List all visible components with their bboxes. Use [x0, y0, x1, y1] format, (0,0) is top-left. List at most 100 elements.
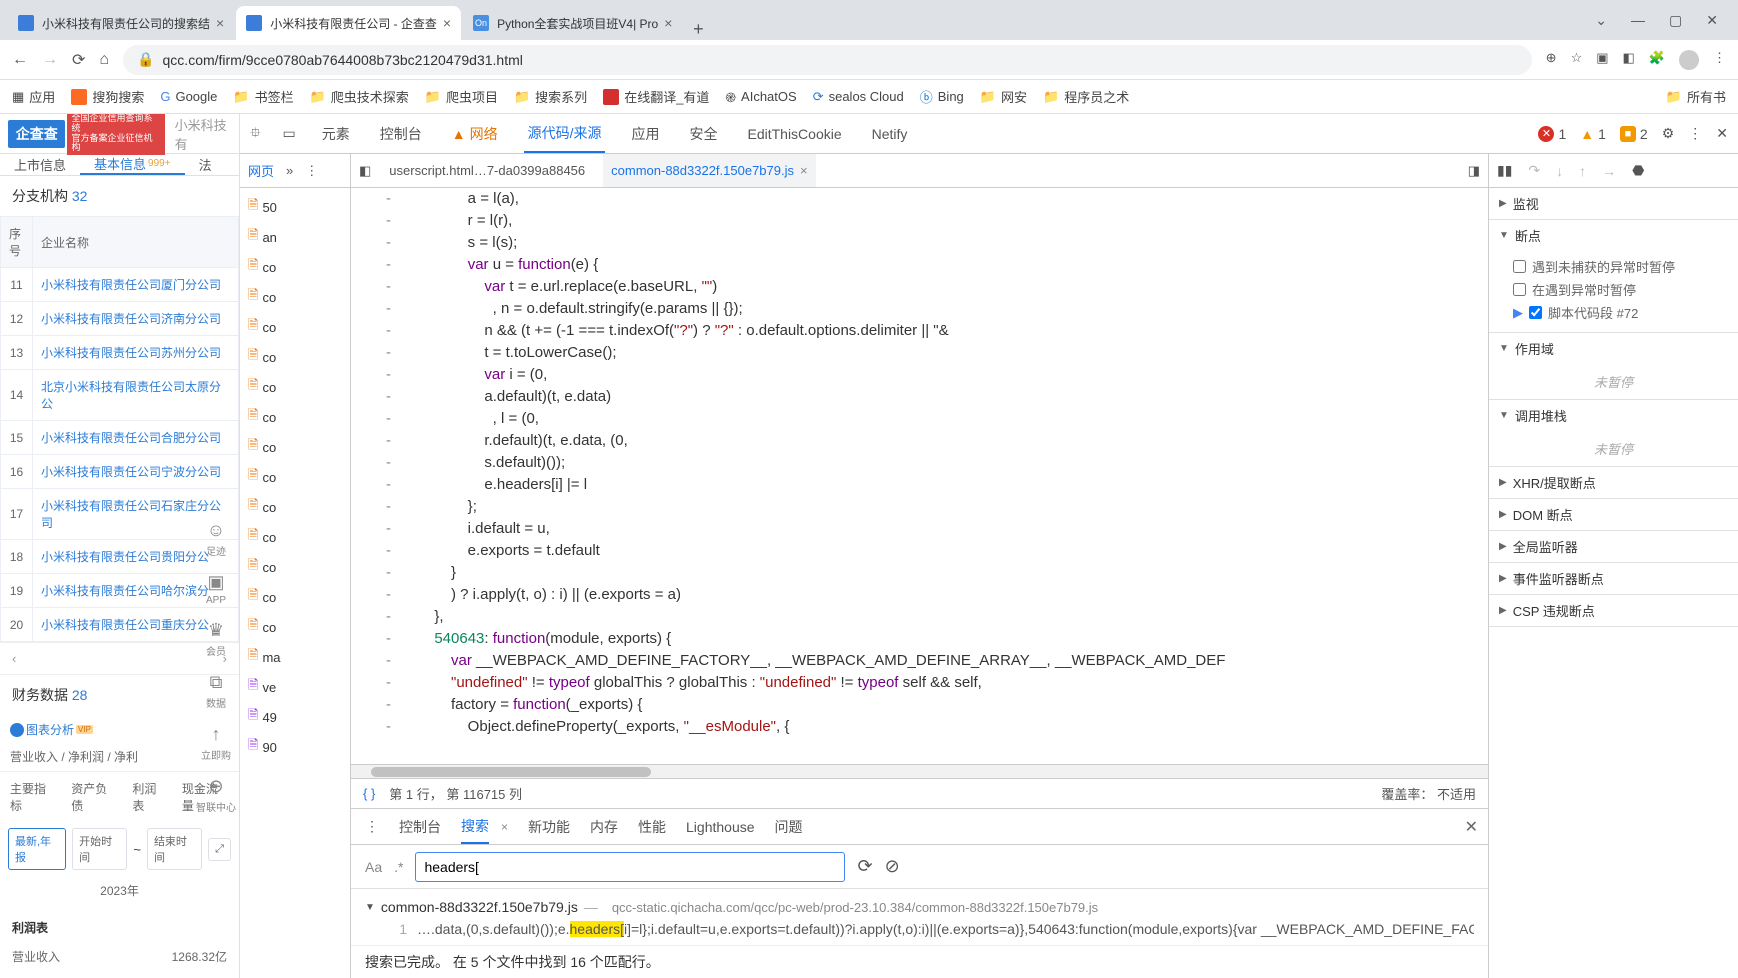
result-line[interactable]: 1….data,(0,s.default)());e.headers[i]=l}… [365, 919, 1474, 939]
chevron-down-icon[interactable]: ⌄ [1595, 12, 1607, 29]
file-item[interactable]: 🗎an [240, 222, 350, 252]
close-icon[interactable]: × [501, 820, 508, 834]
side-contact[interactable]: ⊖智联中心 [196, 776, 236, 814]
share-icon[interactable]: ☆ [1571, 50, 1583, 70]
refresh-icon[interactable]: ⟳ [857, 856, 872, 877]
tab-market[interactable]: 上市信息 [0, 154, 80, 175]
deactivate-bp-icon[interactable]: ⬣ [1632, 162, 1644, 179]
file-item[interactable]: 🗎49 [240, 702, 350, 732]
editor-tab-active[interactable]: common-88d3322f.150e7b79.js× [603, 154, 815, 187]
bookmark-item[interactable]: ⓑBing [920, 87, 964, 106]
step-icon[interactable]: → [1602, 163, 1616, 179]
table-row[interactable]: 11小米科技有限责任公司厦门分公司 [1, 268, 239, 302]
maximize-icon[interactable]: ▢ [1669, 12, 1682, 29]
checkbox[interactable] [1529, 306, 1542, 319]
close-icon[interactable]: × [664, 15, 672, 31]
search-lens-icon[interactable]: ⊕ [1546, 50, 1557, 70]
section-event[interactable]: ▶事件监听器断点 [1489, 563, 1738, 595]
tab-network[interactable]: ▲网络 [448, 114, 502, 153]
clear-icon[interactable]: ⊘ [885, 856, 900, 877]
qcc-logo[interactable]: 企查查 [8, 120, 65, 148]
bp-uncaught[interactable]: 遇到未捕获的异常时暂停 [1513, 255, 1728, 278]
bookmark-folder[interactable]: 📁程序员之术 [1043, 87, 1129, 106]
bookmark-item[interactable]: ֎AIchatOS [725, 88, 796, 106]
editor-tab[interactable]: userscript.html…7-da0399a88456 [381, 154, 593, 187]
close-icon[interactable]: × [800, 163, 808, 178]
bookmark-folder[interactable]: 📁爬虫项目 [425, 87, 498, 106]
company-link[interactable]: 小米科技有限责任公司宁波分公司 [33, 455, 239, 489]
side-data[interactable]: ⧉数据 [206, 672, 226, 710]
company-link[interactable]: 小米科技有限责任公司济南分公司 [33, 302, 239, 336]
file-item[interactable]: 🗎co [240, 522, 350, 552]
inspect-icon[interactable]: ⯐ [250, 122, 261, 146]
side-footprint[interactable]: ☺足迹 [206, 520, 226, 558]
search-input[interactable] [415, 852, 845, 882]
drawer-close-icon[interactable]: ✕ [1465, 817, 1478, 837]
step-into-icon[interactable]: ↓ [1556, 163, 1563, 179]
file-item[interactable]: 🗎co [240, 432, 350, 462]
browser-tab-active[interactable]: 小米科技有限责任公司 - 企查查 × [236, 6, 461, 40]
section-xhr[interactable]: ▶XHR/提取断点 [1489, 467, 1738, 499]
tab-basic[interactable]: 基本信息999+ [80, 154, 185, 175]
checkbox[interactable] [1513, 260, 1526, 273]
new-tab-button[interactable]: + [684, 19, 712, 40]
company-link[interactable]: 小米科技有限责任公司厦门分公司 [33, 268, 239, 302]
file-item[interactable]: 🗎ve [240, 672, 350, 702]
side-buy[interactable]: ↑立即购 [201, 724, 231, 762]
horizontal-scrollbar[interactable] [351, 764, 1488, 778]
bookmark-folder[interactable]: 📁搜索系列 [514, 87, 587, 106]
side-vip[interactable]: ♛会员 [206, 620, 226, 658]
section-watch[interactable]: ▶监视 [1489, 188, 1738, 220]
code-editor[interactable]: ------------------------- a = l(a), r = … [351, 188, 1488, 764]
drawer-memory[interactable]: 内存 [590, 809, 618, 844]
tab-netify[interactable]: Netify [868, 114, 912, 153]
reload-icon[interactable]: ⟳ [72, 50, 85, 70]
close-devtools-icon[interactable]: ✕ [1716, 125, 1728, 142]
tab-console[interactable]: 控制台 [376, 114, 426, 153]
extension-icon[interactable]: ◧ [1623, 50, 1635, 70]
table-row[interactable]: 14北京小米科技有限责任公司太原分公 [1, 370, 239, 421]
close-icon[interactable]: × [216, 15, 224, 31]
step-out-icon[interactable]: ↑ [1579, 163, 1586, 179]
section-global[interactable]: ▶全局监听器 [1489, 531, 1738, 563]
drawer-performance[interactable]: 性能 [638, 809, 666, 844]
device-icon[interactable]: ▭ [283, 125, 296, 142]
side-app[interactable]: ▣APP [206, 572, 226, 606]
bookmark-item[interactable]: ⟳sealos Cloud [813, 89, 904, 105]
drawer-search[interactable]: 搜索 [461, 809, 489, 844]
file-item[interactable]: 🗎co [240, 582, 350, 612]
bookmark-folder[interactable]: 📁爬虫技术探索 [310, 87, 409, 106]
bookmark-folder[interactable]: 📁网安 [980, 87, 1027, 106]
apps-button[interactable]: ▦应用 [12, 87, 55, 106]
drawer-lighthouse[interactable]: Lighthouse [686, 809, 755, 844]
file-item[interactable]: 🗎co [240, 252, 350, 282]
kebab-icon[interactable]: ⋮ [305, 163, 318, 179]
regex-toggle[interactable]: .* [394, 859, 403, 875]
table-row[interactable]: 13小米科技有限责任公司苏州分公司 [1, 336, 239, 370]
file-item[interactable]: 🗎co [240, 372, 350, 402]
error-badge[interactable]: ✕1 [1538, 126, 1566, 142]
code-content[interactable]: a = l(a), r = l(r), s = l(s); var u = fu… [401, 188, 1488, 764]
browser-tab[interactable]: On Python全套实战项目班V4| Pro × [463, 6, 682, 40]
bookmark-item[interactable]: GGoogle [160, 89, 217, 104]
avatar[interactable] [1679, 50, 1699, 70]
drawer-console[interactable]: 控制台 [399, 809, 441, 844]
warning-badge[interactable]: ▲1 [1580, 126, 1606, 142]
close-window-icon[interactable]: ✕ [1706, 12, 1718, 29]
bookmark-item[interactable]: 搜狗搜索 [71, 87, 144, 106]
back-icon[interactable]: ← [12, 51, 28, 69]
filter-latest[interactable]: 最新,年报 [8, 828, 66, 870]
step-over-icon[interactable]: ↷ [1528, 162, 1540, 179]
result-file[interactable]: ▼ common-88d3322f.150e7b79.js — qcc-stat… [365, 895, 1474, 919]
bookmark-folder[interactable]: 📁书签栏 [233, 87, 293, 106]
match-case[interactable]: Aa [365, 859, 382, 875]
issues-badge[interactable]: ■2 [1620, 126, 1648, 142]
ftab-revenue[interactable]: 营业收入 / 净利润 / 净利 [10, 748, 138, 765]
drawer-menu-icon[interactable]: ⋮ [365, 818, 379, 835]
bookmark-item[interactable]: 在线翻译_有道 [603, 87, 709, 106]
home-icon[interactable]: ⌂ [99, 51, 109, 69]
file-item[interactable]: 🗎co [240, 342, 350, 372]
tab-editcookie[interactable]: EditThisCookie [743, 114, 845, 153]
prev-page[interactable]: ‹ [12, 651, 16, 666]
ind-balance[interactable]: 资产负债 [71, 780, 118, 814]
